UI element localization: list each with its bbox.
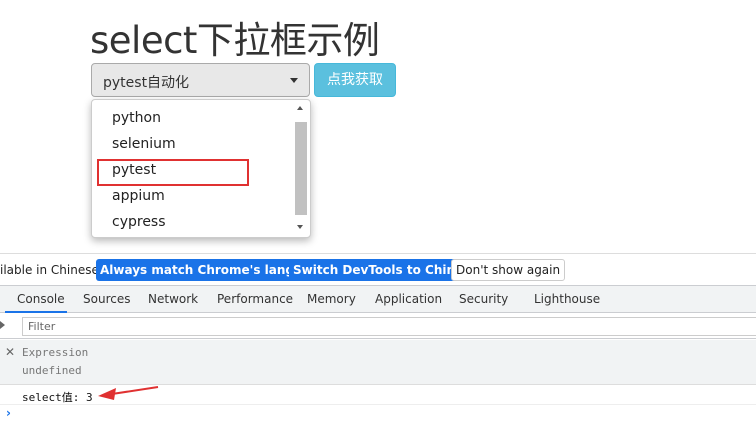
console-filter-bar: Filter <box>0 313 756 339</box>
tab-performance[interactable]: Performance <box>217 292 293 306</box>
option-selenium[interactable]: selenium <box>112 136 176 152</box>
close-icon[interactable]: ✕ <box>5 345 15 359</box>
scroll-down-icon[interactable] <box>297 225 303 229</box>
devtools-tab-bar: Console Sources Network Performance Memo… <box>0 285 756 313</box>
live-expression-panel: ✕ Expression undefined <box>0 340 756 385</box>
console-prompt-icon[interactable]: › <box>6 406 11 420</box>
dropdown-scrollbar[interactable] <box>293 103 308 233</box>
language-infobar: ilable in Chinese! Always match Chrome's… <box>0 253 756 285</box>
tab-lighthouse[interactable]: Lighthouse <box>534 292 600 306</box>
option-appium[interactable]: appium <box>112 188 165 204</box>
scroll-up-icon[interactable] <box>297 106 303 110</box>
scroll-thumb[interactable] <box>295 122 307 215</box>
red-arrow-annotation <box>98 386 159 400</box>
expression-label[interactable]: Expression <box>22 346 88 359</box>
select-dropdown[interactable]: pytest自动化 <box>91 63 310 97</box>
tab-console[interactable]: Console <box>17 292 65 306</box>
tab-application[interactable]: Application <box>375 292 442 306</box>
fetch-button[interactable]: 点我获取 <box>314 63 396 97</box>
tab-memory[interactable]: Memory <box>307 292 356 306</box>
option-python[interactable]: python <box>112 110 161 126</box>
play-icon[interactable] <box>0 321 5 329</box>
tab-security[interactable]: Security <box>459 292 508 306</box>
console-log-text: select值: 3 <box>22 391 93 404</box>
expression-value: undefined <box>22 364 82 377</box>
filter-input[interactable]: Filter <box>22 317 756 336</box>
select-value: pytest自动化 <box>103 75 190 91</box>
tab-sources[interactable]: Sources <box>83 292 130 306</box>
highlight-annotation-box <box>97 159 249 186</box>
option-cypress[interactable]: cypress <box>112 214 166 230</box>
dont-show-again-button[interactable]: Don't show again <box>451 259 566 281</box>
language-info-text: ilable in Chinese! <box>0 263 104 277</box>
page-title: select下拉框示例 <box>90 19 380 62</box>
tab-network[interactable]: Network <box>148 292 198 306</box>
chevron-down-icon <box>290 78 298 83</box>
